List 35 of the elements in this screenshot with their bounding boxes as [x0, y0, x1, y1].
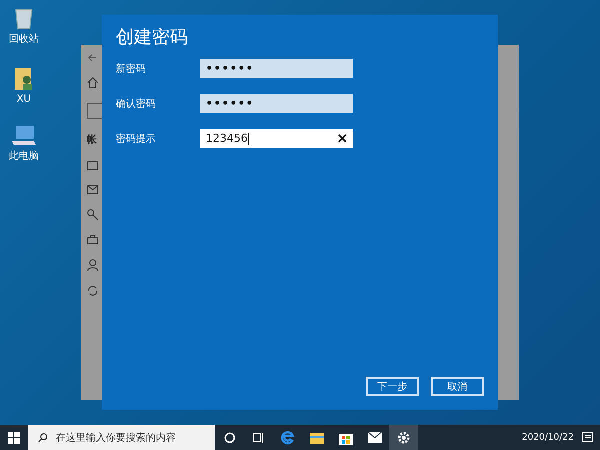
home-icon[interactable] [87, 77, 99, 89]
taskbar-search-field[interactable]: 在这里输入你要搜索的内容 [28, 425, 215, 450]
field-label: 确认密码 [116, 98, 157, 110]
settings-icon[interactable] [396, 430, 410, 444]
task-view-icon[interactable] [252, 432, 264, 444]
notification-icon[interactable] [582, 432, 594, 444]
desktop-icon-label[interactable]: 此电脑 [9, 149, 39, 163]
hint-field[interactable]: 123456 [200, 129, 353, 148]
desktop-icon-label[interactable]: XU [16, 94, 32, 105]
back-arrow-icon[interactable] [87, 53, 97, 63]
cancel-button[interactable]: 取消 [431, 377, 484, 396]
windows-logo-icon[interactable] [8, 432, 20, 444]
sync-icon[interactable] [87, 285, 99, 297]
search-icon [38, 432, 48, 442]
browser-e-icon[interactable] [280, 430, 294, 444]
briefcase-icon[interactable] [87, 235, 99, 245]
desktop-icon-label[interactable]: 回收站 [9, 32, 39, 46]
field-label: 新密码 [116, 62, 147, 76]
field-label: 密码提示 [116, 132, 157, 146]
folder-icon[interactable] [310, 432, 324, 444]
settings-taskbar-button[interactable] [389, 425, 418, 450]
clear-icon[interactable] [338, 134, 347, 143]
computer-icon[interactable] [11, 125, 37, 147]
next-button[interactable]: 下一步 [366, 377, 419, 396]
person-icon[interactable] [87, 259, 99, 271]
circle-icon[interactable] [224, 432, 236, 444]
section-heading: 帐 [87, 134, 97, 147]
person-card-icon[interactable] [87, 161, 99, 171]
taskbar-date: 2020/10/22 [522, 432, 574, 442]
mail-icon[interactable] [368, 432, 382, 443]
dialog-title: 创建密码 [116, 26, 189, 49]
password-field[interactable]: •••••• [200, 59, 353, 78]
password-field[interactable]: •••••• [200, 94, 353, 113]
key-icon[interactable] [87, 209, 99, 221]
user-folder-icon[interactable] [13, 66, 35, 92]
